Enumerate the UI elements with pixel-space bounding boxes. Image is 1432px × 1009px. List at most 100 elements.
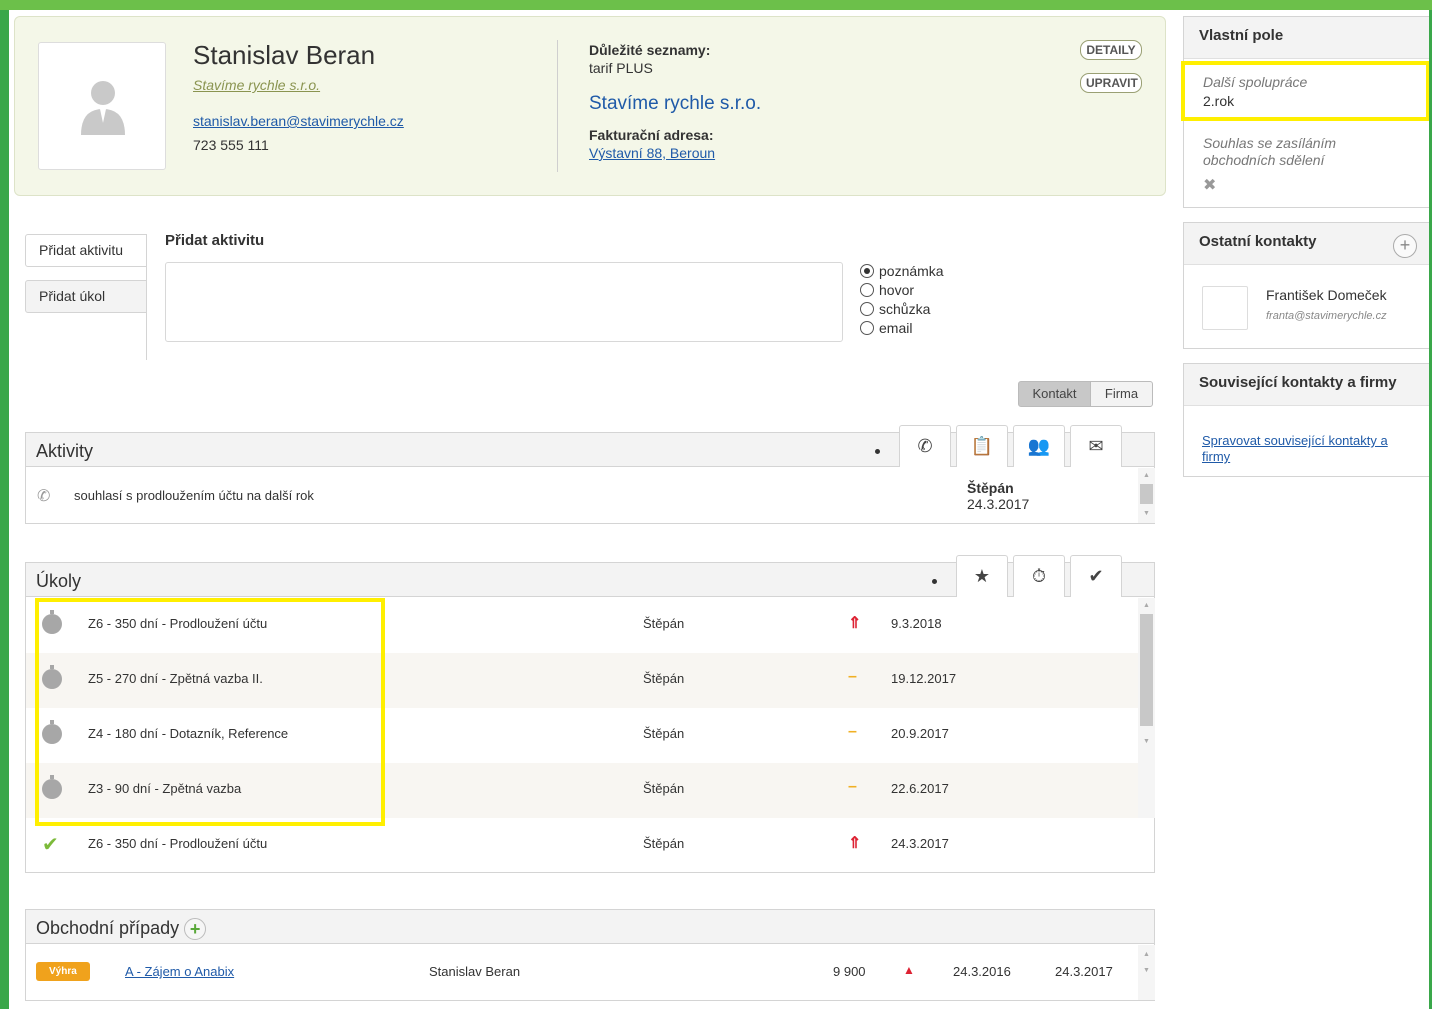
envelope-icon: ✉ [1088, 436, 1104, 456]
header-divider [557, 40, 558, 172]
field-value-cross-icon: ✖ [1203, 177, 1217, 194]
task-date: 9.3.2018 [891, 616, 942, 631]
manage-related-link[interactable]: Spravovat související kontakty a firmy [1202, 433, 1412, 465]
contact-thumbnail[interactable] [1202, 286, 1248, 330]
priority-normal-icon: – [848, 668, 857, 685]
radio-call[interactable]: hovor [860, 282, 914, 298]
priority-high-icon: ⇑ [848, 835, 862, 852]
task-title: Z6 - 350 dní - Prodloužení účtu [88, 836, 268, 851]
deal-amount: 9 900 [833, 964, 866, 979]
checkmark-icon: ✔ [42, 834, 59, 856]
scroll-thumb[interactable] [1140, 484, 1153, 504]
task-row[interactable]: ✔ Z6 - 350 dní - Prodloužení účtu Štěpán… [26, 818, 1138, 873]
add-activity-title: Přidat aktivitu [165, 232, 265, 249]
filter-calls-tab[interactable]: ✆ [899, 425, 951, 467]
star-icon: ★ [973, 566, 991, 586]
tasks-highlight-box [35, 598, 385, 826]
filter-starred-tab[interactable]: ★ [956, 555, 1008, 597]
radio-note[interactable]: poznámka [860, 263, 944, 279]
scroll-up-arrow[interactable]: ▲ [1143, 472, 1150, 479]
radio-label: hovor [879, 282, 915, 298]
tasks-title: Úkoly [36, 571, 82, 591]
task-user: Štěpán [643, 836, 685, 851]
phone-icon: ✆ [37, 488, 51, 505]
deal-date-from: 24.3.2016 [953, 964, 1011, 979]
scroll-up-arrow[interactable]: ▲ [1143, 951, 1150, 958]
task-date: 22.6.2017 [891, 781, 949, 796]
field-label: Souhlas se zasíláním obchodních sdělení [1203, 135, 1337, 168]
important-lists-label: Důležité seznamy: [589, 42, 711, 58]
activity-text: souhlasí s prodloužením účtu na další ro… [74, 488, 314, 503]
filter-emails-tab[interactable]: ✉ [1070, 425, 1122, 467]
task-date: 19.12.2017 [891, 671, 957, 686]
scroll-thumb[interactable] [1140, 614, 1153, 726]
deal-name-link[interactable]: A - Zájem o Anabix [125, 964, 234, 979]
other-contact-email: franta@stavimerychle.cz [1266, 310, 1387, 322]
filter-meetings-tab[interactable]: 👥 [1013, 425, 1065, 467]
detail-button[interactable]: DETAILY [1080, 40, 1142, 60]
radio-label: poznámka [879, 263, 944, 279]
filter-notes-tab[interactable]: 📋 [956, 425, 1008, 467]
task-user: Štěpán [643, 671, 685, 686]
priority-normal-icon: – [848, 778, 857, 795]
filter-done-tab[interactable]: ✔ [1070, 555, 1122, 597]
deal-date-to: 24.3.2017 [1055, 964, 1113, 979]
toggle-company[interactable]: Firma [1090, 381, 1153, 407]
contact-company-link[interactable]: Stavíme rychle s.r.o. [193, 77, 320, 93]
add-deal-plus-icon[interactable]: + [184, 918, 207, 941]
tab-divider [146, 234, 147, 360]
tasks-scrollbar[interactable]: ▲ ▼ [1138, 598, 1155, 818]
tasks-menu-dot[interactable] [932, 579, 937, 584]
contact-email-link[interactable]: stanislav.beran@stavimerychle.cz [193, 113, 404, 129]
other-contact-name[interactable]: František Domeček [1266, 287, 1387, 303]
radio-indicator[interactable] [860, 264, 874, 278]
other-contacts-box: Ostatní kontakty + František Domeček fra… [1183, 222, 1431, 349]
task-date: 20.9.2017 [891, 726, 949, 741]
company-name[interactable]: Stavíme rychle s.r.o. [589, 93, 761, 115]
activity-text-input[interactable] [165, 262, 843, 342]
radio-indicator[interactable] [860, 302, 874, 316]
phone-icon: ✆ [917, 436, 933, 456]
tab-add-task[interactable]: Přidat úkol [25, 280, 147, 313]
activities-title: Aktivity [36, 441, 94, 461]
deal-row[interactable]: Výhra A - Zájem o Anabix Stanislav Beran… [26, 945, 1138, 1000]
scroll-down-arrow[interactable]: ▼ [1143, 510, 1150, 517]
deal-person: Stanislav Beran [429, 964, 521, 979]
radio-meeting[interactable]: schůzka [860, 301, 930, 317]
stopwatch-icon: ⏱ [1031, 566, 1047, 586]
task-user: Štěpán [643, 781, 685, 796]
scroll-up-arrow[interactable]: ▲ [1143, 602, 1150, 609]
deal-status-badge: Výhra [36, 962, 90, 981]
radio-email[interactable]: email [860, 320, 912, 336]
activity-user: Štěpán [967, 480, 1014, 496]
checkmark-icon: ✔ [1088, 566, 1104, 586]
contact-phone: 723 555 111 [193, 137, 269, 153]
people-icon: 👥 [1027, 436, 1051, 456]
task-user: Štěpán [643, 616, 685, 631]
avatar[interactable] [38, 42, 166, 170]
edit-button[interactable]: UPRAVIT [1080, 73, 1142, 93]
scroll-down-arrow[interactable]: ▼ [1143, 967, 1150, 974]
custom-fields-box: Vlastní pole Další spolupráce 2.rok Souh… [1181, 16, 1431, 208]
related-box: Související kontakty a firmy Spravovat s… [1183, 363, 1431, 477]
radio-indicator[interactable] [860, 321, 874, 335]
billing-address-link[interactable]: Výstavní 88, Beroun [589, 145, 715, 161]
activities-menu-dot[interactable] [875, 449, 880, 454]
radio-indicator[interactable] [860, 283, 874, 297]
activities-scrollbar[interactable]: ▲ ▼ [1138, 468, 1155, 523]
task-user: Štěpán [643, 726, 685, 741]
window-top-bar [0, 0, 1432, 10]
filter-pending-tab[interactable]: ⏱ [1013, 555, 1065, 597]
activity-date: 24.3.2017 [967, 496, 1030, 512]
scroll-down-arrow[interactable]: ▼ [1143, 738, 1150, 745]
add-contact-plus-icon[interactable]: + [1393, 234, 1417, 258]
tab-add-activity[interactable]: Přidat aktivitu [25, 234, 147, 267]
person-placeholder-icon [81, 81, 125, 135]
task-date: 24.3.2017 [891, 836, 949, 851]
deals-panel: Obchodní případy + Výhra A - Zájem o Ana… [25, 909, 1155, 1001]
deals-header: Obchodní případy + [26, 910, 1154, 944]
deals-title: Obchodní případy + [36, 918, 207, 941]
deals-scrollbar[interactable]: ▲ ▼ [1138, 945, 1155, 1000]
toggle-contact[interactable]: Kontakt [1018, 381, 1091, 407]
activity-row[interactable]: ✆ souhlasí s prodloužením účtu na další … [26, 468, 1138, 523]
